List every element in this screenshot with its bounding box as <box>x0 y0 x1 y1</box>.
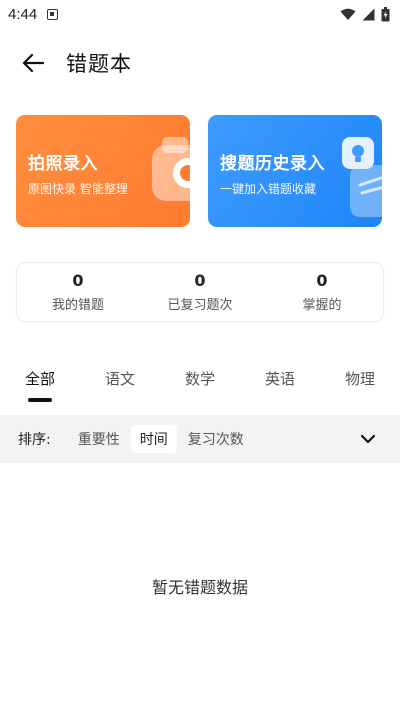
status-bar: 4:44 <box>0 0 400 28</box>
tab-label: 英语 <box>264 370 295 388</box>
status-time: 4:44 <box>8 5 38 23</box>
tab-label: 语文 <box>104 370 135 388</box>
tab-label: 全部 <box>24 370 55 388</box>
entry-cards: 拍照录入 原图快录 智能整理 搜题历史录入 一键加入错题收藏 <box>16 115 382 227</box>
active-tab-indicator <box>28 398 52 402</box>
status-left: 4:44 <box>8 5 59 23</box>
search-history-entry-card[interactable]: 搜题历史录入 一键加入错题收藏 <box>208 115 382 227</box>
stat-value: 0 <box>194 271 206 290</box>
tab-physics[interactable]: 物理 <box>320 360 400 404</box>
sort-option-time[interactable]: 时间 <box>130 425 177 453</box>
stat-label: 掌握的 <box>302 298 342 313</box>
stat-value: 0 <box>72 271 84 290</box>
stat-mastered[interactable]: 0 掌握的 <box>261 271 383 313</box>
page-title: 错题本 <box>66 52 132 76</box>
photo-entry-card[interactable]: 拍照录入 原图快录 智能整理 <box>16 115 190 227</box>
search-history-entry-subtitle: 一键加入错题收藏 <box>220 182 317 196</box>
sort-label: 排序: <box>18 432 51 448</box>
back-arrow-icon <box>22 53 44 73</box>
stat-value: 0 <box>316 271 328 290</box>
tab-math[interactable]: 数学 <box>160 360 240 404</box>
chevron-down-icon[interactable] <box>358 429 378 449</box>
tab-english[interactable]: 英语 <box>240 360 320 404</box>
stat-reviewed-count[interactable]: 0 已复习题次 <box>139 271 261 313</box>
tab-label: 物理 <box>344 370 375 388</box>
app-bar: 错题本 <box>0 40 400 86</box>
empty-state-text: 暂无错题数据 <box>151 578 248 597</box>
signal-icon <box>362 8 375 20</box>
tab-label: 数学 <box>184 370 215 388</box>
photo-entry-title: 拍照录入 <box>28 154 98 174</box>
stats-panel: 0 我的错题 0 已复习题次 0 掌握的 <box>16 262 384 322</box>
subject-tabs: 全部 语文 数学 英语 物理 <box>0 360 400 404</box>
tab-all[interactable]: 全部 <box>0 360 80 404</box>
battery-icon <box>381 6 390 21</box>
sort-bar: 排序: 重要性 时间 复习次数 <box>0 415 400 463</box>
stat-my-mistakes[interactable]: 0 我的错题 <box>17 271 139 313</box>
stat-label: 我的错题 <box>51 298 104 313</box>
tab-chinese[interactable]: 语文 <box>80 360 160 404</box>
search-history-entry-title: 搜题历史录入 <box>220 154 325 174</box>
sort-option-review-count[interactable]: 复习次数 <box>179 425 253 453</box>
stat-label: 已复习题次 <box>167 298 233 313</box>
sort-option-importance[interactable]: 重要性 <box>69 425 129 453</box>
status-right <box>340 6 390 22</box>
notification-icon <box>47 8 59 20</box>
wifi-icon <box>340 8 356 20</box>
photo-entry-subtitle: 原图快录 智能整理 <box>28 182 128 196</box>
back-button[interactable] <box>10 40 56 86</box>
